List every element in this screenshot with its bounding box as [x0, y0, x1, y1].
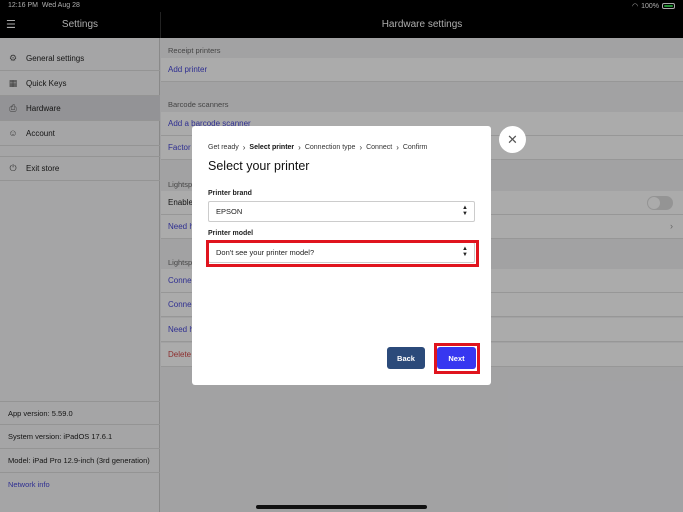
breadcrumb-step-connect: Connect — [366, 144, 393, 151]
back-button[interactable]: Back — [387, 347, 425, 369]
modal-title: Select your printer — [208, 159, 310, 173]
chevron-right-icon: › — [359, 143, 363, 152]
model-select-highlight — [206, 240, 479, 267]
close-icon[interactable]: ✕ — [499, 126, 526, 153]
chevron-right-icon: › — [396, 143, 399, 152]
breadcrumb: Get ready › Select printer › Connection … — [208, 143, 427, 152]
chevron-right-icon: › — [242, 143, 246, 152]
printer-brand-label: Printer brand — [208, 190, 252, 197]
next-button-highlight — [434, 343, 480, 374]
chevron-right-icon: › — [298, 143, 301, 152]
breadcrumb-step-connection-type: Connection type — [304, 144, 356, 151]
printer-model-label: Printer model — [208, 230, 254, 237]
breadcrumb-step-confirm: Confirm — [402, 144, 428, 151]
select-arrows-icon: ▲ ▼ — [462, 205, 468, 217]
breadcrumb-step-select-printer: Select printer — [249, 144, 295, 151]
breadcrumb-step-get-ready: Get ready — [208, 144, 239, 151]
printer-brand-value: EPSON — [216, 207, 243, 216]
select-printer-modal: Get ready › Select printer › Connection … — [192, 126, 491, 385]
home-indicator — [256, 505, 427, 509]
printer-brand-select[interactable]: EPSON ▲ ▼ — [208, 201, 475, 222]
